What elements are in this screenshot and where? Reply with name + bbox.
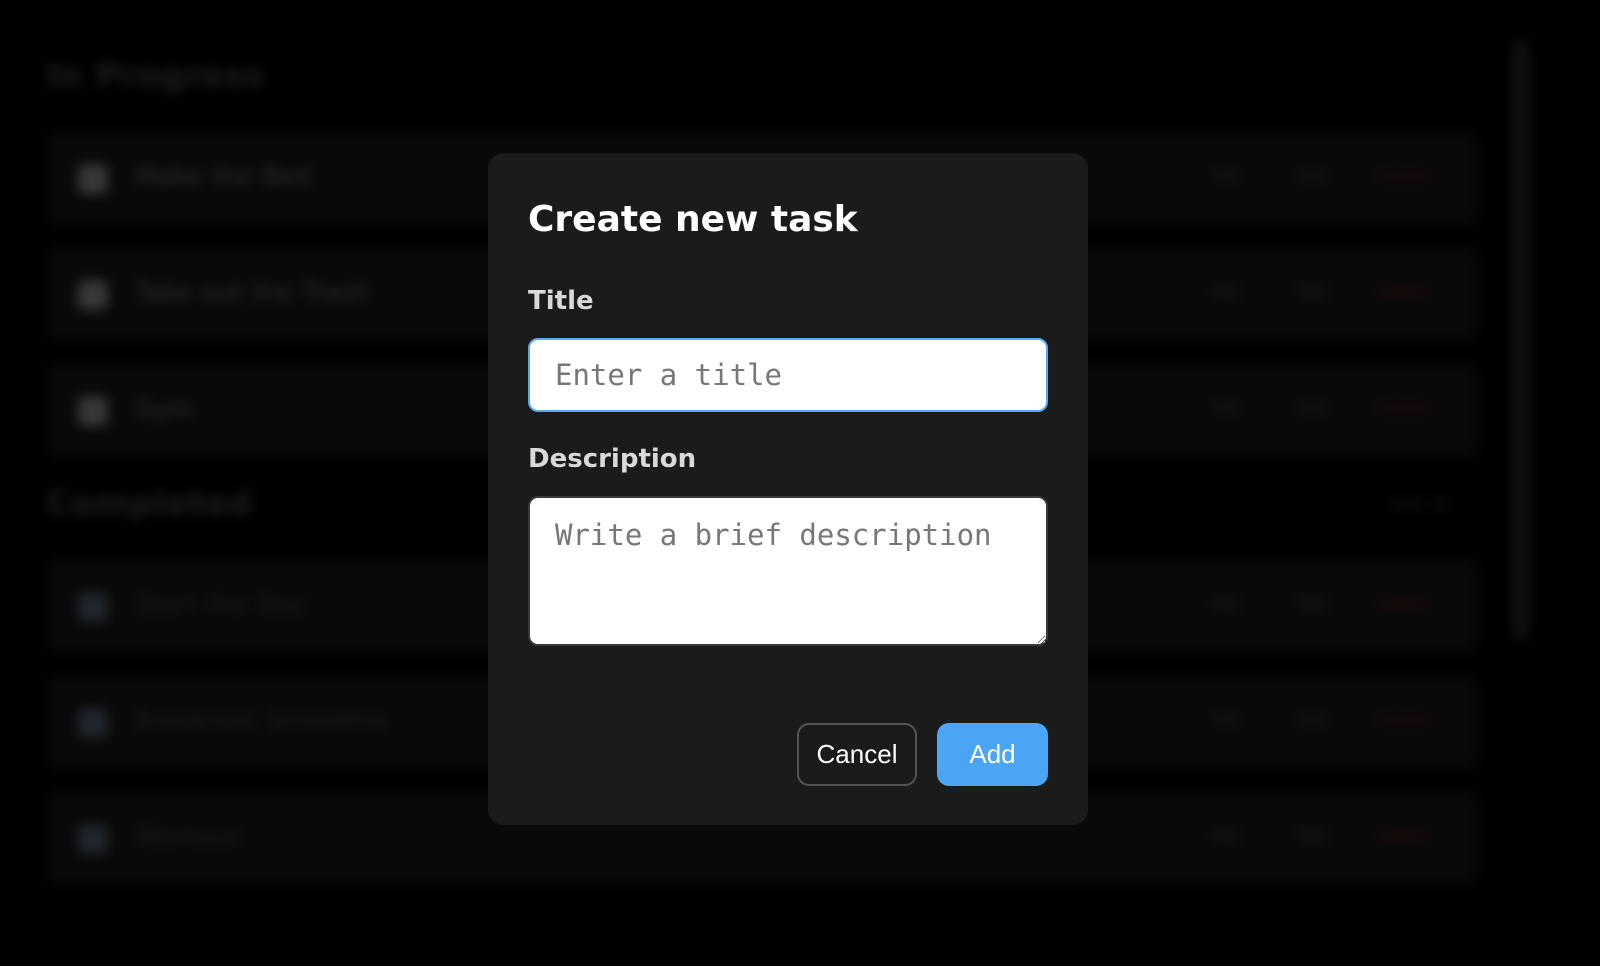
- title-label: Title: [528, 286, 594, 316]
- app-screen: In Progress Make the Bed Edit Todo Delet…: [0, 0, 1600, 966]
- cancel-button[interactable]: Cancel: [797, 723, 917, 786]
- add-button[interactable]: Add: [937, 723, 1048, 786]
- description-textarea[interactable]: [528, 496, 1048, 646]
- description-label: Description: [528, 444, 697, 474]
- dialog-title: Create new task: [528, 199, 858, 240]
- title-input[interactable]: [528, 338, 1048, 412]
- create-task-dialog: Create new task Title Description Cancel…: [488, 153, 1088, 825]
